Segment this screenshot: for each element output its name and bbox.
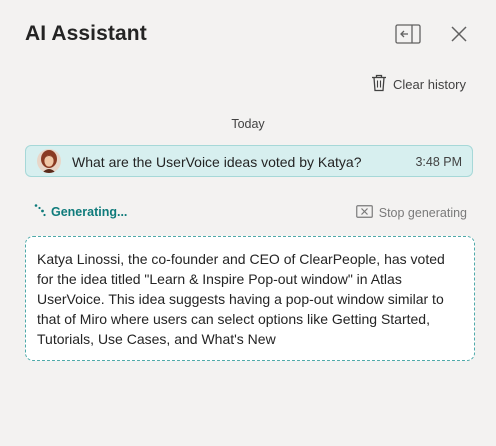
panel-title: AI Assistant xyxy=(25,22,147,45)
stop-generating-label: Stop generating xyxy=(378,206,467,220)
clear-history-label: Clear history xyxy=(393,77,466,92)
date-separator: Today xyxy=(231,117,265,131)
panel-header: AI Assistant xyxy=(0,0,496,70)
trash-icon xyxy=(371,74,393,95)
sparkle-dots-icon xyxy=(33,203,51,220)
dock-panel-button[interactable] xyxy=(394,20,422,48)
generation-status-row: Generating... Stop generating xyxy=(25,200,467,224)
close-icon xyxy=(450,25,468,43)
user-message: What are the UserVoice ideas voted by Ka… xyxy=(25,145,473,177)
generating-indicator: Generating... xyxy=(33,203,127,220)
avatar xyxy=(37,149,61,173)
generating-label: Generating... xyxy=(51,204,128,219)
assistant-response: Katya Linossi, the co-founder and CEO of… xyxy=(25,236,475,361)
user-message-text: What are the UserVoice ideas voted by Ka… xyxy=(72,154,362,170)
panel-dock-left-icon xyxy=(395,24,421,44)
clear-history-button[interactable]: Clear history xyxy=(371,74,466,95)
stop-square-icon xyxy=(355,205,379,221)
stop-generating-button[interactable]: Stop generating xyxy=(355,205,467,221)
message-timestamp: 3:48 PM xyxy=(415,155,462,169)
close-button[interactable] xyxy=(445,20,473,48)
